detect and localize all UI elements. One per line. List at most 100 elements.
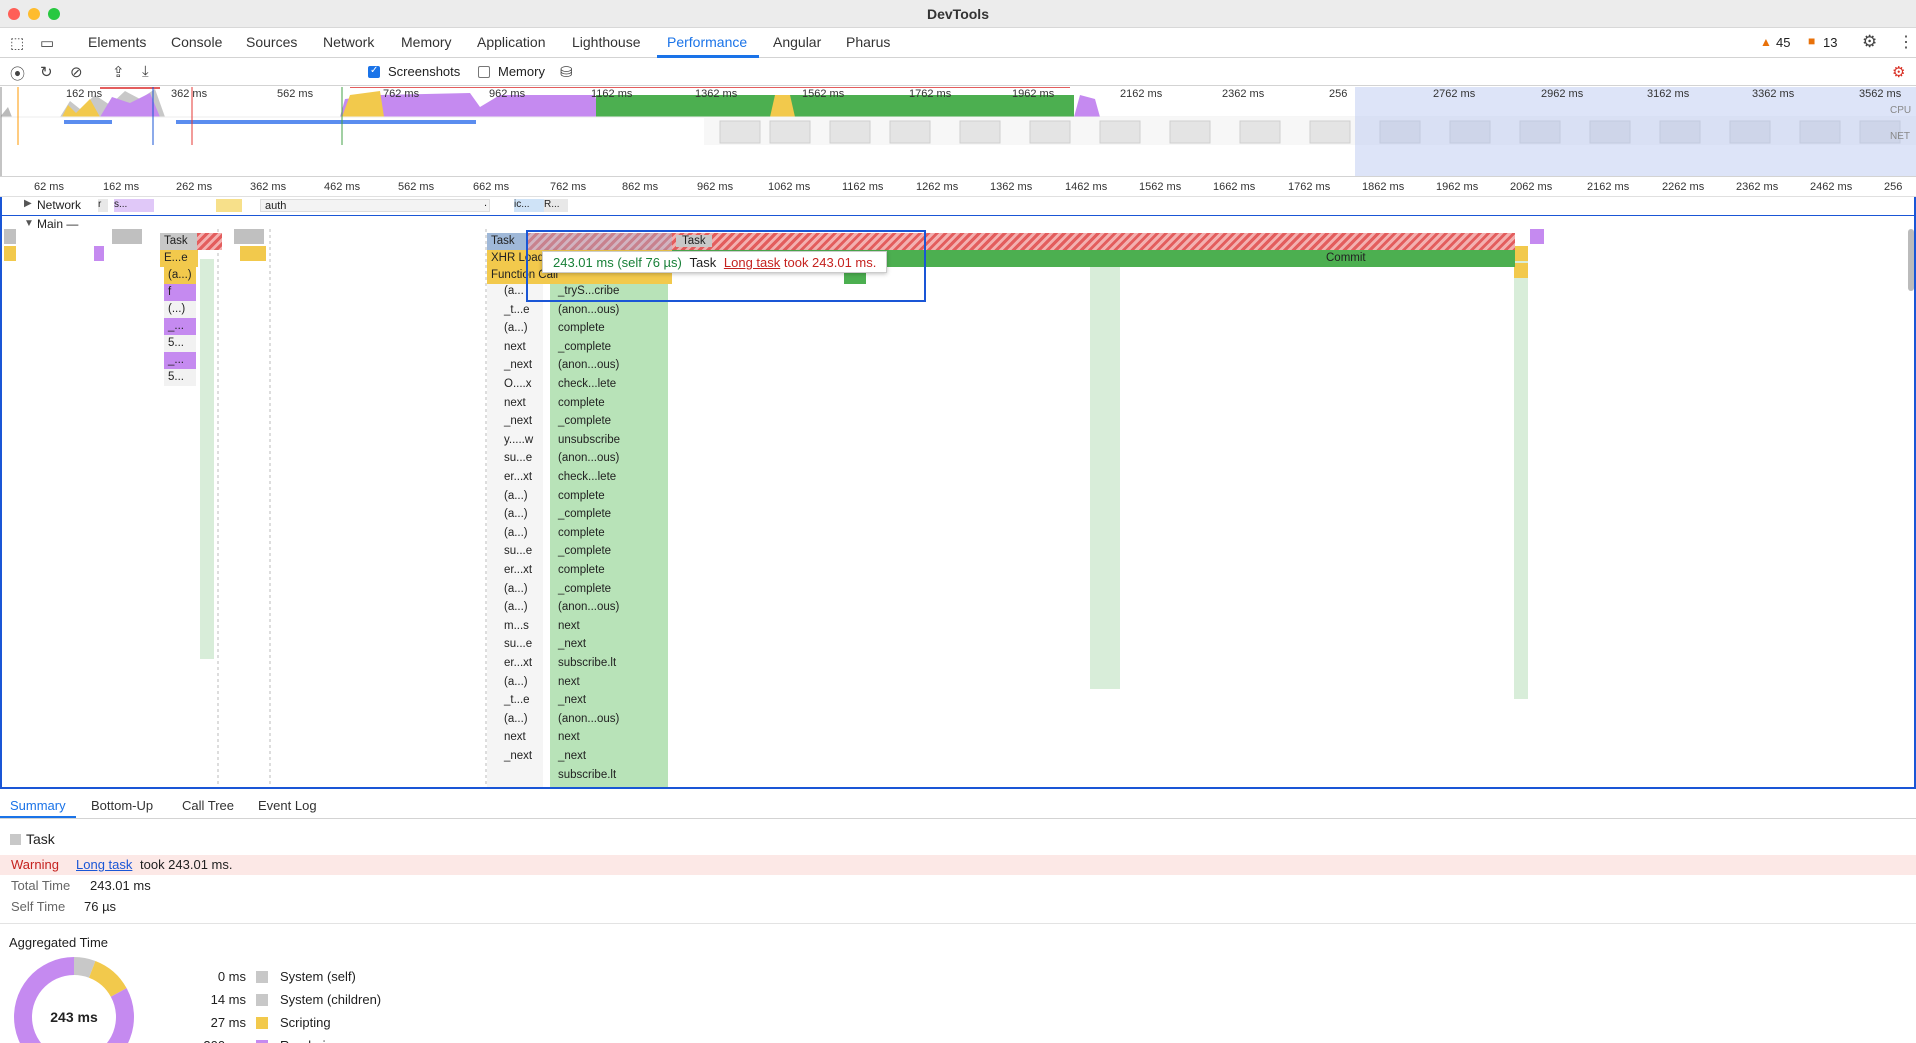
stack-frame[interactable]: (a...): [504, 676, 528, 688]
tooltip-long-task-link[interactable]: Long task: [724, 255, 780, 270]
screenshots-label[interactable]: Screenshots: [388, 64, 460, 79]
record-icon[interactable]: ⦿: [10, 63, 25, 84]
stack-frame[interactable]: (a...): [504, 527, 528, 539]
left-stack-frame[interactable]: E...e: [160, 250, 198, 267]
stack-frame[interactable]: er...xt: [504, 657, 532, 669]
long-task-link[interactable]: Long task: [76, 857, 132, 872]
left-stack-frame[interactable]: _...: [164, 352, 196, 369]
garbage-collect-icon[interactable]: ⛁: [560, 63, 573, 81]
stack-frame[interactable]: complete: [558, 564, 605, 576]
stack-frame[interactable]: next: [558, 676, 580, 688]
network-request-bar[interactable]: auth: [260, 199, 490, 212]
memory-label[interactable]: Memory: [498, 64, 545, 79]
issues-count[interactable]: 13: [1823, 35, 1837, 50]
warning-icon[interactable]: ▲: [1760, 35, 1772, 49]
stack-frame[interactable]: (anon...ous): [558, 713, 619, 725]
left-stack-frame[interactable]: 5...: [164, 335, 196, 352]
network-request-bar[interactable]: [216, 199, 242, 212]
screenshots-checkbox[interactable]: [368, 65, 380, 78]
tab-performance[interactable]: Performance: [667, 34, 747, 50]
network-request-bar[interactable]: R...: [544, 199, 568, 212]
stack-frame[interactable]: subscribe.lt: [558, 657, 616, 669]
main-track-toggle-icon[interactable]: ▼: [24, 218, 34, 229]
tab-pharus[interactable]: Pharus: [846, 34, 890, 50]
stack-frame[interactable]: (a...): [504, 508, 528, 520]
stack-frame[interactable]: unsubscribe: [558, 434, 620, 446]
issues-icon[interactable]: ■: [1808, 34, 1815, 48]
clear-icon[interactable]: ⊘: [70, 63, 83, 81]
tab-sources[interactable]: Sources: [246, 34, 297, 50]
stack-frame[interactable]: O....x: [504, 378, 531, 390]
stack-frame[interactable]: (anon...ous): [558, 452, 619, 464]
stack-frame[interactable]: y.....w: [504, 434, 533, 446]
tab-call-tree[interactable]: Call Tree: [182, 798, 234, 813]
tab-event-log[interactable]: Event Log: [258, 798, 317, 813]
stack-frame[interactable]: (a...: [504, 285, 524, 297]
stack-frame[interactable]: _complete: [558, 508, 611, 520]
stack-frame[interactable]: complete: [558, 527, 605, 539]
stack-frame[interactable]: (a...): [504, 583, 528, 595]
stack-frame[interactable]: _next: [558, 638, 586, 650]
stack-frame[interactable]: subscribe.lt: [558, 769, 616, 781]
stack-frame[interactable]: next: [558, 620, 580, 632]
network-request-bar[interactable]: r: [98, 199, 108, 212]
tab-angular[interactable]: Angular: [773, 34, 821, 50]
network-request-bar[interactable]: ic...: [514, 199, 544, 212]
stack-frame[interactable]: complete: [558, 322, 605, 334]
left-stack-frame[interactable]: (a...): [164, 267, 196, 284]
overview-selection-window[interactable]: [1355, 87, 1916, 176]
warnings-count[interactable]: 45: [1776, 35, 1790, 50]
stack-frame[interactable]: _complete: [558, 583, 611, 595]
inspect-element-icon[interactable]: ⬚: [10, 34, 24, 52]
stack-frame[interactable]: su...e: [504, 545, 532, 557]
stack-frame[interactable]: _next: [558, 694, 586, 706]
stack-frame[interactable]: next: [504, 731, 526, 743]
stack-frame[interactable]: check...lete: [558, 471, 616, 483]
stack-frame[interactable]: m...s: [504, 620, 529, 632]
upload-profile-icon[interactable]: ⇪: [112, 63, 125, 81]
tab-console[interactable]: Console: [171, 34, 222, 50]
tab-elements[interactable]: Elements: [88, 34, 146, 50]
stack-frame[interactable]: next: [504, 397, 526, 409]
tab-application[interactable]: Application: [477, 34, 546, 50]
more-options-icon[interactable]: ⋮: [1898, 32, 1914, 52]
stack-frame[interactable]: _next: [504, 359, 532, 371]
stack-frame[interactable]: (a...): [504, 490, 528, 502]
stack-frame[interactable]: _next: [504, 415, 532, 427]
stack-frame[interactable]: (a...): [504, 322, 528, 334]
stack-frame[interactable]: check...lete: [558, 378, 616, 390]
stack-frame[interactable]: (anon...ous): [558, 304, 619, 316]
stack-frame[interactable]: er...xt: [504, 471, 532, 483]
memory-checkbox[interactable]: [478, 66, 490, 78]
stack-frame[interactable]: _complete: [558, 545, 611, 557]
commit-bar[interactable]: Commit: [1322, 250, 1515, 267]
tab-lighthouse[interactable]: Lighthouse: [572, 34, 641, 50]
download-profile-icon[interactable]: ⤓: [142, 63, 149, 80]
stack-frame[interactable]: _t...e: [504, 694, 530, 706]
flame-scrollbar[interactable]: [1908, 229, 1914, 291]
capture-settings-icon[interactable]: ⚙: [1892, 63, 1905, 81]
stack-frame[interactable]: su...e: [504, 452, 532, 464]
stack-frame[interactable]: _next: [504, 750, 532, 762]
left-stack-frame[interactable]: f: [164, 284, 196, 301]
settings-gear-icon[interactable]: ⚙: [1862, 32, 1877, 52]
stack-frame[interactable]: (anon...ous): [558, 359, 619, 371]
stack-frame[interactable]: _next: [558, 750, 586, 762]
stack-frame[interactable]: next: [504, 341, 526, 353]
timeline-overview[interactable]: CPU NET 162 ms 362 ms 562 ms 762 ms 962 …: [0, 87, 1916, 177]
network-track-toggle-icon[interactable]: ▶: [24, 198, 32, 209]
stack-frame[interactable]: su...e: [504, 638, 532, 650]
network-track-label[interactable]: Network: [37, 198, 81, 212]
tab-network[interactable]: Network: [323, 34, 374, 50]
stack-frame[interactable]: next: [558, 731, 580, 743]
stack-frame[interactable]: (a...): [504, 601, 528, 613]
left-stack-frame[interactable]: _...: [164, 318, 196, 335]
reload-record-icon[interactable]: ↻: [40, 63, 53, 81]
stack-frame[interactable]: _complete: [558, 415, 611, 427]
left-stack-frame[interactable]: (...): [164, 301, 196, 318]
flame-chart[interactable]: ▶ Network r s... auth . ic... R... ▼ Mai…: [0, 197, 1916, 789]
tab-summary[interactable]: Summary: [10, 798, 66, 813]
stack-frame[interactable]: er...xt: [504, 564, 532, 576]
stack-frame[interactable]: _complete: [558, 341, 611, 353]
device-toolbar-icon[interactable]: ▭: [40, 34, 54, 52]
